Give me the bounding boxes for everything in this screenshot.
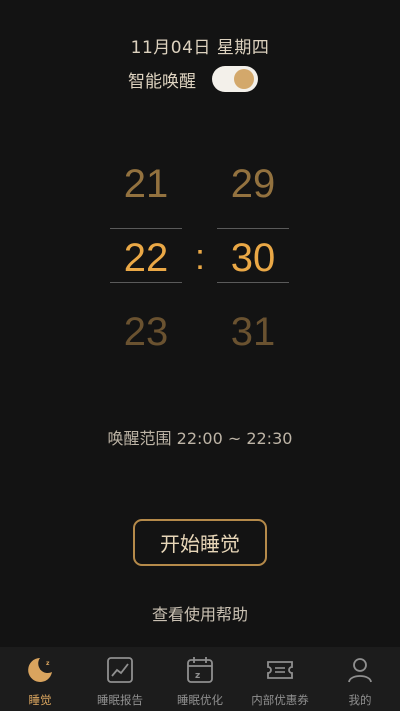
toggle-knob — [234, 69, 254, 89]
start-sleep-button[interactable]: 开始睡觉 — [133, 519, 267, 566]
tab-sleep[interactable]: z z 睡觉 — [0, 647, 80, 711]
minute-picker[interactable]: 29 30 31 — [217, 150, 289, 354]
chart-report-icon — [105, 655, 135, 685]
tab-sleep-report-label: 睡眠报告 — [97, 693, 143, 707]
svg-text:z: z — [46, 660, 50, 667]
smart-wake-toggle[interactable] — [212, 66, 258, 92]
tab-sleep-optimize[interactable]: z 睡眠优化 — [160, 647, 240, 711]
ticket-icon — [265, 655, 295, 685]
hour-selection-line-top — [110, 228, 182, 229]
hour-selection-line-bottom — [110, 282, 182, 283]
date-label: 11月04日 星期四 — [130, 38, 270, 58]
hour-picker[interactable]: 21 22 23 — [110, 150, 182, 354]
minute-selection-line-top — [217, 228, 289, 229]
wake-range-text: 唤醒范围 22:00 ~ 22:30 — [107, 429, 293, 448]
bottom-tab-bar: z z 睡觉 睡眠报告 z 睡眠优化 内部优惠券 我的 — [0, 647, 400, 711]
tab-me[interactable]: 我的 — [320, 647, 400, 711]
person-icon — [345, 655, 375, 685]
tab-coupons[interactable]: 内部优惠券 — [240, 647, 320, 711]
hour-selected-value[interactable]: 22 — [110, 236, 182, 281]
hour-prev-value[interactable]: 21 — [110, 162, 182, 207]
minute-prev-value[interactable]: 29 — [217, 162, 289, 207]
tab-sleep-optimize-label: 睡眠优化 — [177, 693, 223, 707]
minute-selected-value[interactable]: 30 — [217, 236, 289, 281]
svg-text:z: z — [40, 663, 45, 672]
calendar-sleep-icon: z — [185, 655, 215, 685]
minute-selection-line-bottom — [217, 282, 289, 283]
minute-next-value[interactable]: 31 — [217, 310, 289, 355]
tab-me-label: 我的 — [348, 693, 372, 707]
hour-next-value[interactable]: 23 — [110, 310, 182, 355]
tab-sleep-label: 睡觉 — [28, 693, 52, 707]
moon-sleep-icon: z z — [25, 655, 55, 685]
smart-wake-row: 智能唤醒 — [128, 66, 258, 92]
tab-coupons-label: 内部优惠券 — [251, 693, 309, 707]
smart-wake-label: 智能唤醒 — [128, 71, 196, 92]
help-link[interactable]: 查看使用帮助 — [0, 601, 400, 625]
tab-sleep-report[interactable]: 睡眠报告 — [80, 647, 160, 711]
time-separator: : — [194, 236, 205, 277]
svg-text:z: z — [195, 671, 200, 681]
